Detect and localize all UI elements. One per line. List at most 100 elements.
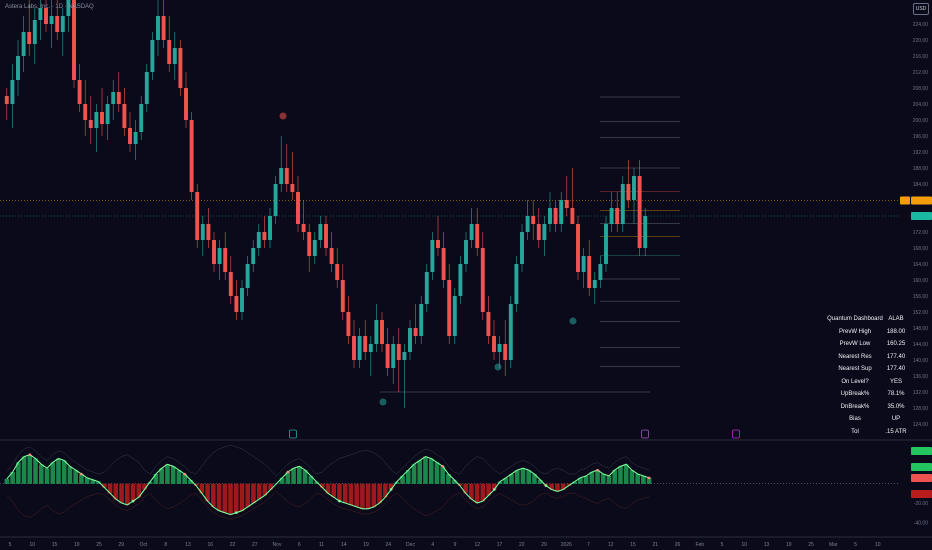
candle-body — [402, 352, 407, 360]
candle-body — [587, 256, 592, 288]
time-axis-label: 17 — [497, 542, 503, 548]
time-axis-label: 24 — [385, 542, 391, 548]
dashboard-row: Nearest Res 177.40 — [825, 351, 907, 364]
osc-histogram-bar — [44, 468, 50, 484]
candle-body — [615, 208, 620, 224]
time-axis-label: 12 — [474, 542, 480, 548]
price-tick-label: 164.00 — [913, 262, 929, 268]
osc-histogram-bar — [130, 483, 136, 502]
dashboard-value: ALAB — [888, 316, 904, 323]
osc-histogram-bar — [371, 483, 377, 508]
candle-body — [234, 296, 239, 312]
osc-histogram-bar — [342, 483, 348, 504]
dashboard-key: Nearest Sup — [838, 366, 872, 373]
currency-button[interactable]: USD — [913, 3, 929, 15]
candle-body — [469, 224, 474, 240]
candle-body — [363, 336, 368, 352]
candle-body — [161, 16, 166, 40]
osc-histogram-bar — [526, 470, 532, 484]
dashboard-row: PrevW Low 160.25 — [825, 338, 907, 351]
candle-body — [32, 20, 37, 44]
candle-body — [217, 248, 222, 264]
candle-body — [167, 40, 172, 64]
candle-body — [184, 88, 188, 120]
event-marker — [732, 429, 740, 439]
dashboard-key: Quantum Dashboard — [827, 316, 883, 323]
candle-body — [368, 344, 373, 352]
candle-body — [178, 48, 183, 88]
dashboard-row: DnBreak% 35.0% — [825, 401, 907, 414]
candle-body — [452, 296, 457, 336]
candle-body — [542, 224, 547, 240]
price-tick-label: 208.00 — [913, 86, 929, 92]
price-tick-label: 200.00 — [913, 118, 929, 124]
candle-body — [576, 224, 580, 272]
candle-body — [256, 232, 261, 248]
osc-badge — [911, 463, 932, 471]
time-axis-label: 27 — [252, 542, 258, 548]
osc-signal-dot — [286, 470, 290, 474]
time-axis-label: 13 — [185, 542, 191, 548]
candle-body — [27, 32, 32, 44]
candle-body — [307, 232, 312, 256]
osc-histogram-bar — [67, 466, 73, 484]
osc-histogram-bar — [595, 470, 600, 484]
event-marker — [289, 429, 297, 439]
candle-body — [632, 176, 636, 200]
candle-body — [441, 248, 446, 280]
candle-body — [318, 224, 323, 240]
candle-body — [60, 16, 65, 32]
candle-body — [279, 168, 284, 184]
candle-body — [346, 312, 351, 336]
osc-histogram-bar — [56, 458, 61, 484]
price-tick-label: 184.00 — [913, 182, 929, 188]
dashboard-value: 188.00 — [886, 328, 906, 335]
candle-body — [83, 104, 88, 120]
candle-body — [189, 120, 194, 192]
event-marker — [641, 429, 649, 439]
osc-tick-label: -40.00 — [914, 520, 928, 526]
candle-body — [643, 216, 648, 248]
time-axis-label: 22 — [230, 542, 236, 548]
candle-body — [223, 248, 228, 272]
candle-body — [458, 264, 463, 296]
candle-body — [464, 240, 468, 264]
candle-body — [419, 304, 424, 336]
candle-body — [424, 272, 429, 304]
time-axis-label: 8 — [164, 542, 167, 548]
candle-body — [111, 92, 116, 104]
osc-histogram-bar — [216, 483, 222, 511]
candle-body — [637, 176, 642, 248]
time-axis-label: 29 — [541, 542, 547, 548]
osc-badge — [911, 447, 932, 455]
osc-histogram-bar — [583, 475, 589, 484]
candle-body — [200, 224, 205, 240]
osc-histogram-bar — [337, 483, 342, 502]
dashboard-value: 177.40 — [886, 366, 906, 373]
osc-tick-label: -20.00 — [914, 501, 928, 507]
price-tick-label: 192.00 — [913, 150, 929, 156]
time-axis-label: 29 — [118, 542, 124, 548]
candle-body — [312, 240, 317, 256]
candle-body — [508, 304, 513, 360]
dashboard-key: Tol — [851, 428, 859, 435]
candle-body — [503, 344, 508, 360]
candle-body — [626, 184, 631, 200]
time-axis-label: 2026 — [561, 542, 572, 548]
osc-badge — [911, 490, 932, 498]
osc-histogram-bar — [514, 470, 520, 484]
price-tick-label: 152.00 — [913, 310, 929, 316]
price-tick-label: 220.00 — [913, 38, 929, 44]
candle-body — [598, 264, 603, 280]
time-axis-label: 22 — [519, 542, 525, 548]
candle-body — [206, 224, 211, 240]
price-tick-label: 148.00 — [913, 326, 929, 332]
chart-canvas[interactable]: 224.00 220.00 216.00 212.00 208.00 204.00 200.… — [0, 0, 932, 550]
quantum-dashboard: Quantum Dashboard ALAB PrevW High 188.00 Pre… — [825, 313, 907, 438]
osc-histogram-bar — [50, 462, 56, 484]
time-axis-label: 15 — [52, 542, 58, 548]
candle-body — [620, 184, 625, 224]
time-axis-label: 10 — [741, 542, 747, 548]
osc-signal-dot — [183, 472, 186, 476]
dashboard-row: PrevW High 188.00 — [825, 326, 907, 339]
